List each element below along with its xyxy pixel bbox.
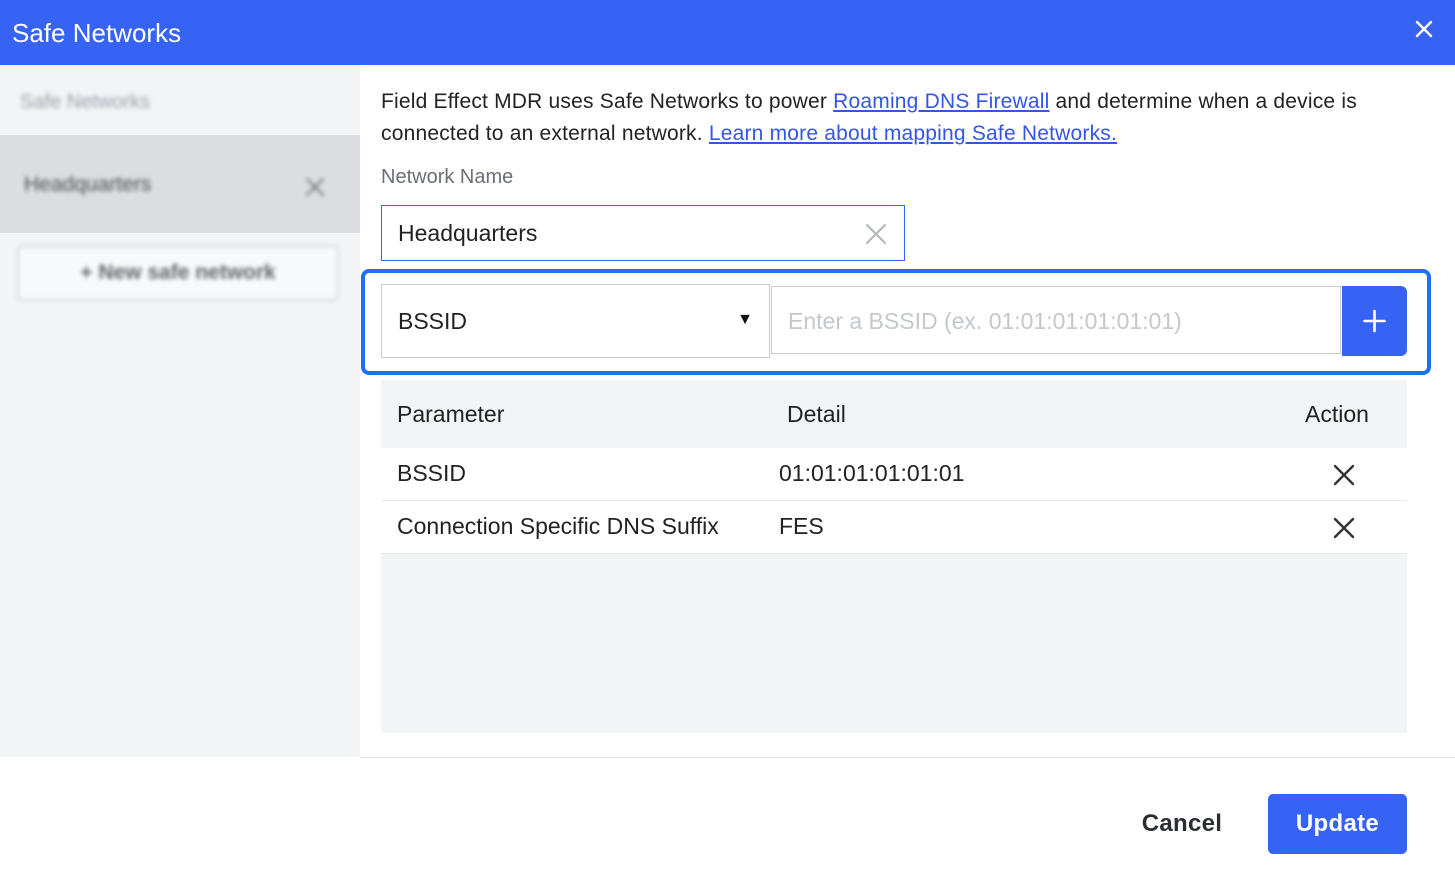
roaming-dns-firewall-link[interactable]: Roaming DNS Firewall (833, 90, 1049, 113)
table-header: Parameter Detail Action (381, 380, 1407, 448)
plus-icon (1342, 286, 1407, 356)
remove-row-icon[interactable] (1333, 517, 1355, 539)
add-parameter-button[interactable] (1342, 286, 1407, 356)
description-text: Field Effect MDR uses Safe Networks to p… (381, 86, 1441, 150)
row-parameter: BSSID (397, 460, 467, 486)
remove-row-icon[interactable] (1333, 464, 1355, 486)
main-panel: Field Effect MDR uses Safe Networks to p… (360, 65, 1455, 757)
table-row: BSSID 01:01:01:01:01:01 (381, 448, 1407, 501)
row-detail: FES (779, 513, 824, 539)
parameter-type-select[interactable]: BSSID ▼ (381, 284, 770, 358)
dialog-title-bar: Safe Networks (0, 0, 1455, 65)
clear-icon[interactable] (864, 222, 888, 246)
bssid-placeholder: Enter a BSSID (ex. 01:01:01:01:01:01) (788, 308, 1182, 334)
network-name-label: Network Name (381, 166, 514, 188)
learn-more-link[interactable]: Learn more about mapping Safe Networks. (709, 122, 1117, 145)
dialog-title: Safe Networks (12, 18, 182, 48)
sidebar-item-label: Headquarters (24, 173, 152, 196)
column-header-parameter: Parameter (397, 401, 505, 427)
parameters-table: Parameter Detail Action BSSID 01:01:01:0… (381, 380, 1407, 733)
close-icon[interactable] (1413, 18, 1435, 40)
caret-down-icon: ▼ (737, 311, 753, 328)
network-name-input[interactable]: Headquarters (381, 205, 905, 261)
row-parameter: Connection Specific DNS Suffix (397, 513, 719, 539)
column-header-detail: Detail (787, 401, 846, 427)
table-row: Connection Specific DNS Suffix FES (381, 501, 1407, 554)
cancel-button[interactable]: Cancel (1120, 797, 1244, 851)
parameter-type-value: BSSID (398, 308, 468, 334)
sidebar: Safe Networks Headquarters + New safe ne… (0, 65, 360, 757)
sidebar-header: Safe Networks (20, 91, 151, 113)
update-button[interactable]: Update (1268, 794, 1407, 854)
column-header-action: Action (1305, 401, 1369, 427)
bssid-input[interactable]: Enter a BSSID (ex. 01:01:01:01:01:01) (771, 286, 1341, 354)
sidebar-item-headquarters[interactable]: Headquarters (0, 135, 360, 233)
delete-network-icon[interactable] (304, 176, 326, 198)
new-safe-network-button[interactable]: + New safe network (17, 245, 339, 301)
description-part-1: Field Effect MDR uses Safe Networks to p… (381, 90, 834, 113)
row-detail: 01:01:01:01:01:01 (779, 460, 965, 486)
network-name-value: Headquarters (398, 220, 538, 246)
footer-divider (360, 757, 1455, 758)
